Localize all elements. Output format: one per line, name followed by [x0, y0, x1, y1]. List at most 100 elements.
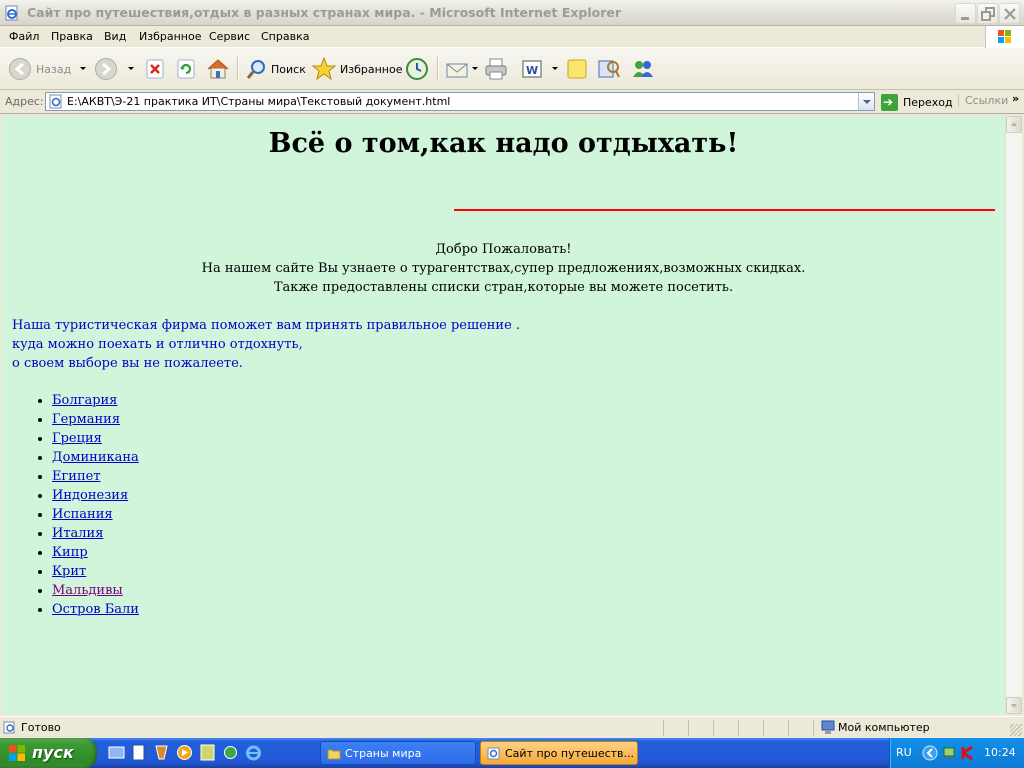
back-button[interactable]: Назад [8, 55, 71, 83]
back-label: Назад [36, 62, 72, 76]
documents-icon[interactable] [130, 744, 147, 761]
country-link[interactable]: Кипр [52, 545, 88, 560]
svg-text:W: W [526, 64, 538, 77]
title-bar[interactable]: Сайт про путешествия,отдых в разных стра… [0, 0, 1024, 26]
go-label: Переход [903, 95, 953, 109]
windows-logo [985, 26, 1024, 48]
country-link[interactable]: Остров Бали [52, 602, 139, 617]
menu-bar: Файл Правка Вид Избранное Сервис Справка [0, 26, 1024, 48]
scroll-down-button[interactable] [1006, 697, 1022, 714]
list-item: Германия [52, 410, 139, 429]
discuss-button[interactable] [565, 55, 589, 83]
refresh-button[interactable] [176, 55, 196, 83]
task-label: Сайт про путешеств... [505, 747, 635, 760]
red-divider [454, 209, 995, 211]
links-chevron[interactable]: » [1012, 92, 1019, 105]
html-page-icon [49, 94, 62, 109]
app-quicklaunch-icon[interactable] [153, 744, 170, 761]
start-button[interactable]: пуск [0, 738, 97, 768]
search-button[interactable]: Поиск [245, 55, 306, 83]
antivirus-icon[interactable] [960, 745, 976, 761]
country-link[interactable]: Германия [52, 412, 120, 427]
tray-expand-icon[interactable] [922, 745, 938, 761]
list-item: Остров Бали [52, 600, 139, 619]
country-link[interactable]: Испания [52, 507, 113, 522]
taskbar-button-ie[interactable]: Сайт про путешеств... [480, 741, 638, 765]
internet-explorer-icon[interactable] [245, 744, 262, 761]
favorites-button[interactable]: Избранное [312, 55, 402, 83]
list-item: Мальдивы [52, 581, 139, 600]
address-url: E:\АКВТ\Э-21 практика ИТ\Страны мира\Тек… [67, 95, 451, 108]
back-dropdown-arrow[interactable] [80, 67, 86, 70]
go-arrow-icon [881, 93, 898, 111]
country-link[interactable]: Болгария [52, 393, 117, 408]
page-heading: Всё о том,как надо отдыхать! [268, 128, 739, 159]
menu-help[interactable]: Справка [261, 30, 309, 43]
status-text: Готово [21, 721, 61, 734]
mail-button[interactable] [445, 55, 469, 83]
country-link[interactable]: Италия [52, 526, 103, 541]
list-item: Доминикана [52, 448, 139, 467]
mail-dropdown-arrow[interactable] [472, 67, 478, 70]
close-button[interactable] [999, 3, 1020, 24]
country-link[interactable]: Доминикана [52, 450, 139, 465]
vertical-scrollbar[interactable] [1005, 116, 1022, 714]
address-dropdown-button[interactable] [858, 93, 874, 110]
search-icon [246, 60, 265, 79]
edit-dropdown-arrow[interactable] [552, 67, 558, 70]
system-tray: RU 10:24 [889, 738, 1024, 768]
status-divider [813, 720, 814, 736]
menu-tools[interactable]: Сервис [209, 30, 250, 43]
restore-button[interactable] [977, 3, 998, 24]
network-tray-icon[interactable] [942, 745, 958, 761]
forward-button[interactable] [94, 55, 118, 83]
page-content: Всё о том,как надо отдыхать! Добро Пожал… [2, 116, 1005, 714]
menu-view[interactable]: Вид [104, 30, 126, 43]
country-link[interactable]: Греция [52, 431, 102, 446]
windows-flag-icon [998, 30, 1011, 43]
language-indicator[interactable]: RU [896, 746, 912, 759]
edit-button[interactable]: W [521, 55, 543, 83]
intro-line: о своем выборе вы не пожалеете. [12, 356, 243, 371]
country-link[interactable]: Крит [52, 564, 86, 579]
forward-arrow-icon [95, 58, 117, 80]
show-desktop-icon[interactable] [108, 744, 125, 761]
security-zone: Мой компьютер [838, 721, 930, 734]
menu-file[interactable]: Файл [9, 30, 39, 43]
minimize-button[interactable] [955, 3, 976, 24]
resize-grip[interactable] [1010, 724, 1022, 736]
forward-dropdown-arrow[interactable] [128, 67, 134, 70]
country-link[interactable]: Индонезия [52, 488, 128, 503]
print-button[interactable] [484, 55, 508, 83]
start-label: пуск [32, 743, 74, 762]
messenger-button[interactable] [630, 55, 656, 83]
network-icon[interactable] [222, 744, 239, 761]
links-toolbar[interactable]: Ссылки [958, 94, 1008, 107]
taskbar-button-folder[interactable]: Страны мира [320, 741, 476, 765]
menu-edit[interactable]: Правка [51, 30, 93, 43]
ie-page-icon [5, 5, 18, 21]
address-input[interactable]: E:\АКВТ\Э-21 практика ИТ\Страны мира\Тек… [45, 92, 875, 111]
country-link[interactable]: Мальдивы [52, 583, 123, 598]
home-button[interactable] [206, 55, 230, 83]
history-button[interactable] [405, 55, 429, 83]
menu-favorites[interactable]: Избранное [139, 30, 201, 43]
favorites-label: Избранное [340, 62, 403, 76]
calculator-icon[interactable] [199, 744, 216, 761]
restore-icon [981, 7, 995, 21]
intro-line: куда можно поехать и отлично отдохнуть, [12, 337, 303, 352]
media-player-icon[interactable] [176, 744, 193, 761]
status-divider [738, 720, 739, 736]
research-button[interactable] [597, 55, 621, 83]
go-button[interactable]: Переход [881, 93, 953, 111]
country-link[interactable]: Египет [52, 469, 101, 484]
status-divider [713, 720, 714, 736]
stop-button[interactable] [145, 55, 165, 83]
scroll-up-button[interactable] [1006, 116, 1022, 133]
welcome-line: На нашем сайте Вы узнаете о турагентства… [201, 261, 806, 276]
mail-icon [446, 63, 468, 78]
clock[interactable]: 10:24 [984, 746, 1016, 759]
stop-icon [146, 59, 164, 79]
taskbar: пуск Страны мира Сайт про путешеств... R… [0, 738, 1024, 768]
word-edit-icon: W [522, 60, 542, 78]
